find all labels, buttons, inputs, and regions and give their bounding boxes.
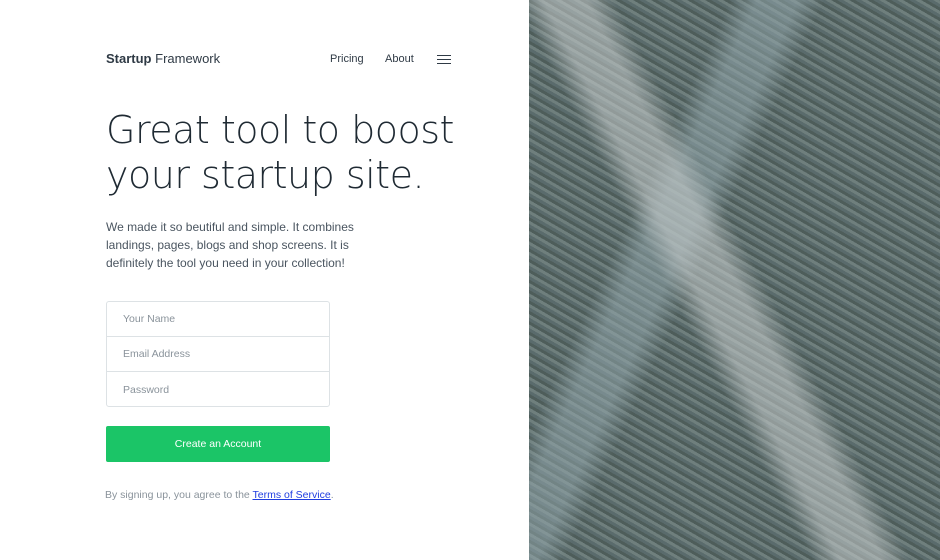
terms-link[interactable]: Terms of Service xyxy=(253,489,331,501)
nav-about[interactable]: About xyxy=(385,53,414,65)
nav-pricing[interactable]: Pricing xyxy=(330,53,364,65)
signup-panel: Startup Framework Pricing About Great to… xyxy=(0,0,529,560)
password-input[interactable] xyxy=(123,383,329,396)
name-input[interactable] xyxy=(123,313,329,325)
hero-title: Great tool to boost your startup site. xyxy=(106,108,454,197)
logo[interactable]: Startup Framework xyxy=(106,51,220,66)
hamburger-icon[interactable] xyxy=(437,55,451,64)
signup-form xyxy=(106,301,330,407)
aerial-photo xyxy=(529,0,940,560)
terms-text: By signing up, you agree to the Terms of… xyxy=(105,489,334,501)
hero-description: We made it so beutiful and simple. It co… xyxy=(106,220,354,270)
email-input[interactable] xyxy=(123,348,329,360)
create-account-button[interactable]: Create an Account xyxy=(106,426,330,462)
